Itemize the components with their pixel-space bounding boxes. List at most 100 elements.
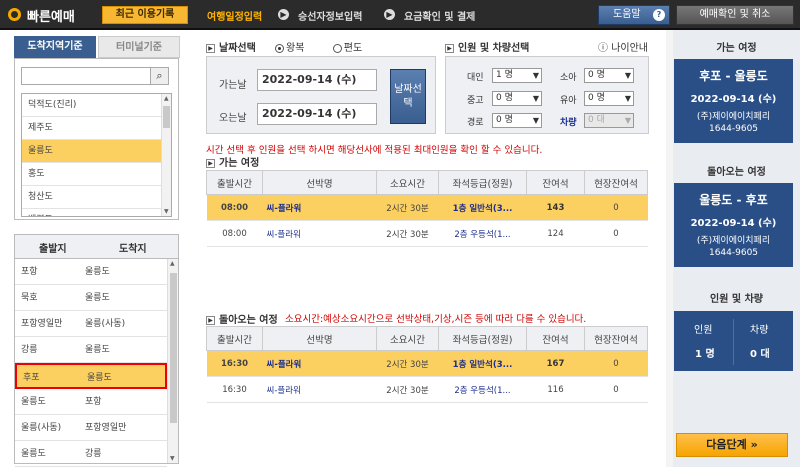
bullet-icon: ▶ [206,158,215,168]
help-label: 도움말 [613,9,641,20]
cell-ship: 씨-플라워 [262,220,377,247]
pax-head: 인원 [694,325,713,336]
route-row[interactable]: 포항 울릉도 [15,259,167,285]
scroll-down-icon[interactable]: ▼ [164,208,169,215]
region-list: 덕적도(진리)제주도울릉도홍도청산도백령도 ▲ ▼ [21,93,172,217]
route-to: 포항영일만 [85,423,127,433]
senior-select[interactable]: 0 명 ▼ [492,113,542,128]
region-item[interactable]: 백령도 [22,209,171,216]
table-row[interactable]: 16:30 씨-플라워 2시간 30분 1층 일반석(3... 167 0 [206,350,648,377]
cell-duration: 2시간 30분 [376,376,439,403]
tab-by-terminal[interactable]: 터미널기준 [98,36,180,58]
infant-select[interactable]: 0 명 ▼ [584,91,634,106]
column-header: 좌석등급(정원) [438,326,527,351]
region-item[interactable]: 덕적도(진리) [22,94,171,117]
reservation-check-button[interactable]: 예매확인 및 취소 [676,5,794,25]
region-item[interactable]: 울릉도 [22,140,171,163]
scroll-thumb[interactable] [170,273,177,423]
region-item[interactable]: 제주도 [22,117,171,140]
round-trip-radio[interactable] [275,43,284,53]
route-to: 포항 [85,397,102,407]
column-header: 현장잔여석 [584,170,648,195]
route-panel: 출발지 도착지 포항 울릉도 묵호 울릉도 포항영일만 울릉(사동) 강릉 울릉도 후포 울릉도 울… [14,234,179,467]
go-trip-table: 출발시간 선박명 소요시간 좌석등급(정원) 잔여석 현장잔여석 08:00 씨-플라워 2시… [206,170,648,247]
cell-onsite: 0 [584,194,648,221]
divider [733,319,734,365]
child-label: 소아 [560,73,577,83]
senior-label: 경로 [467,118,484,128]
date-select-button[interactable]: 날짜선택 [390,69,426,124]
table-row[interactable]: 08:00 씨-플라워 2시간 30분 1층 일반석(3... 143 0 [206,194,648,221]
scroll-up-icon[interactable]: ▲ [170,260,175,267]
region-item[interactable]: 홍도 [22,163,171,186]
scroll-thumb[interactable] [163,106,170,128]
age-info-link[interactable]: ⓘ 나이안내 [598,39,648,54]
infant-label: 유아 [560,96,577,106]
trip-type-group: 왕복 편도 [275,39,362,54]
route-row[interactable]: 울릉(사동) 포항영일만 [15,415,167,441]
pax-section-title: ▶ 인원 및 차량선택 [445,39,529,54]
return-route: 울릉도 - 후포 [699,193,768,207]
region-item[interactable]: 청산도 [22,186,171,209]
region-search-input[interactable]: ⌕ [21,67,169,85]
route-row[interactable]: 울릉도 강릉 [15,441,167,467]
go-date-label: 가는날 [219,80,247,91]
column-header: 소요시간 [376,326,439,351]
column-header: 잔여석 [526,170,585,195]
help-button[interactable]: 도움말? [598,5,670,25]
recent-history-button[interactable]: 최근 이용기록 [102,6,188,24]
child-select[interactable]: 0 명 ▼ [584,68,634,83]
cell-seats: 124 [526,220,585,247]
tab-by-area[interactable]: 도착지역기준 [14,36,96,58]
route-from: 울릉도 [21,449,46,459]
route-row[interactable]: 강릉 울릉도 [15,337,167,363]
return-date-label: 오는날 [219,113,247,124]
go-date: 2022-09-14 (수) [690,94,777,105]
vehicle-select[interactable]: 0 대 ▼ [584,113,634,128]
return-date-field[interactable]: 2022-09-14 (수) [257,103,377,125]
bullet-icon: ▶ [206,43,215,53]
route-row[interactable]: 묵호 울릉도 [15,285,167,311]
route-to: 울릉(사동) [85,319,126,329]
pax-summary-label: 인원 및 차량 [710,294,763,305]
route-row[interactable]: 후포 울릉도 [15,363,167,389]
next-step-button[interactable]: 다음단계 » [676,433,788,457]
teen-select[interactable]: 0 명 ▼ [492,91,542,106]
cell-duration: 2시간 30분 [376,350,439,377]
duration-notice: 소요시간:예상소요시간으로 선박상태,기상,시즌 등에 따라 다를 수 있습니다… [285,314,587,325]
cell-grade: 2층 우등석(1... [438,220,527,247]
scroll-down-icon[interactable]: ▼ [170,455,175,462]
cell-time: 08:00 [206,194,263,221]
return-company: (주)제이에이치페리 1644-9605 [696,236,771,258]
route-to: 울릉도 [85,293,110,303]
cell-duration: 2시간 30분 [376,220,439,247]
search-icon[interactable]: ⌕ [150,68,168,84]
adult-select[interactable]: 1 명 ▼ [492,68,542,83]
go-date-field[interactable]: 2022-09-14 (수) [257,69,377,91]
chevron-down-icon: ▼ [624,94,631,103]
chevron-down-icon: ▼ [532,71,539,80]
date-section-title: ▶ 날짜선택 [206,39,256,54]
table-row[interactable]: 08:00 씨-플라워 2시간 30분 2층 우등석(1... 124 0 [206,220,648,247]
departure-header: 출발지 [39,244,67,255]
route-from: 강릉 [21,345,38,355]
main-scrollbar[interactable] [666,30,673,467]
cell-grade: 1층 일반석(3... [438,194,527,221]
arrival-header: 도착지 [119,244,147,255]
scroll-up-icon[interactable]: ▲ [164,95,169,102]
column-header: 선박명 [262,170,377,195]
route-row[interactable]: 포항영일만 울릉(사동) [15,311,167,337]
return-date: 2022-09-14 (수) [690,218,777,229]
one-way-radio[interactable] [332,43,342,53]
route-from: 포항 [21,267,38,277]
region-scrollbar[interactable]: ▲ ▼ [161,94,171,216]
round-trip-label: 왕복 [286,43,305,54]
route-row[interactable]: 울릉도 포항 [15,389,167,415]
route-scrollbar[interactable]: ▲ ▼ [167,259,178,463]
go-summary-label: 가는 여정 [716,43,757,54]
column-header: 소요시간 [376,170,439,195]
table-row[interactable]: 16:30 씨-플라워 2시간 30분 2층 우등석(1... 116 0 [206,376,648,403]
date-panel: 가는날 2022-09-14 (수) 오는날 2022-09-14 (수) 날짜… [206,56,436,134]
route-from: 포항영일만 [21,319,63,329]
question-icon: ? [653,9,665,21]
